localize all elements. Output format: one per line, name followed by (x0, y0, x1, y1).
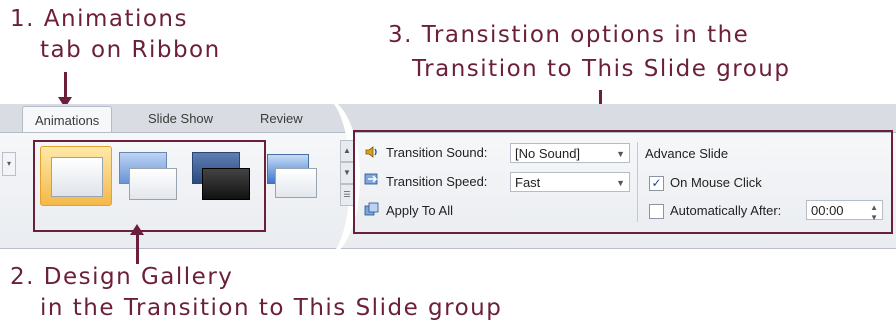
gallery-scroll-down-icon[interactable]: ▼ (340, 162, 354, 184)
apply-all-icon (364, 202, 379, 216)
ribbon-tab-strip (0, 104, 896, 132)
dropdown-caret-icon: ▼ (616, 178, 625, 188)
tab-animations[interactable]: Animations (22, 106, 113, 134)
callout-3-line1: 3. Transistion options in the (388, 22, 750, 48)
callout-2-line2: in the Transition to This Slide group (40, 295, 503, 321)
transition-sound-label: Transition Sound: (386, 145, 488, 160)
callout-1-arrow (58, 72, 72, 108)
spin-down-icon[interactable]: ▼ (870, 208, 878, 228)
gallery-more-icon[interactable]: ☰ (340, 184, 354, 206)
group-divider (637, 142, 638, 222)
callout-1-line2: tab on Ribbon (40, 37, 221, 63)
callout-2-arrow (130, 224, 144, 264)
automatically-after-value: 00:00 (811, 203, 844, 218)
left-dropdown-icon[interactable]: ▾ (2, 152, 16, 176)
checkmark-icon: ✓ (651, 176, 662, 190)
advance-slide-title: Advance Slide (645, 146, 729, 161)
on-mouse-click-label: On Mouse Click (670, 175, 762, 190)
tab-review[interactable]: Review (260, 104, 303, 132)
tab-slide-show[interactable]: Slide Show (148, 104, 213, 132)
transition-sound-dropdown[interactable]: [No Sound] ▼ (510, 143, 630, 163)
dropdown-caret-icon: ▼ (616, 149, 625, 159)
automatically-after-checkbox[interactable] (649, 204, 664, 219)
gallery-item-none[interactable] (40, 146, 112, 206)
gallery-item-fade[interactable] (113, 146, 183, 204)
automatically-after-label: Automatically After: (670, 203, 782, 218)
callout-2-line1: 2. Design Gallery (10, 264, 234, 290)
transition-sound-value: [No Sound] (515, 146, 581, 161)
sound-icon (365, 146, 377, 158)
gallery-scroll-up-icon[interactable]: ▲ (340, 140, 354, 162)
automatically-after-spinner[interactable]: 00:00 ▲ ▼ (806, 200, 883, 222)
speed-icon (364, 173, 378, 185)
transition-speed-label: Transition Speed: (386, 174, 488, 189)
callout-1-line1: 1. Animations (10, 6, 188, 32)
on-mouse-click-checkbox[interactable]: ✓ (649, 176, 664, 191)
transition-speed-value: Fast (515, 175, 541, 190)
apply-to-all-button[interactable]: Apply To All (362, 200, 472, 220)
callout-3-line2: Transition to This Slide group (412, 56, 791, 82)
transition-speed-dropdown[interactable]: Fast ▼ (510, 172, 630, 192)
gallery-item-fade-black[interactable] (186, 146, 256, 204)
apply-to-all-label: Apply To All (386, 203, 453, 218)
